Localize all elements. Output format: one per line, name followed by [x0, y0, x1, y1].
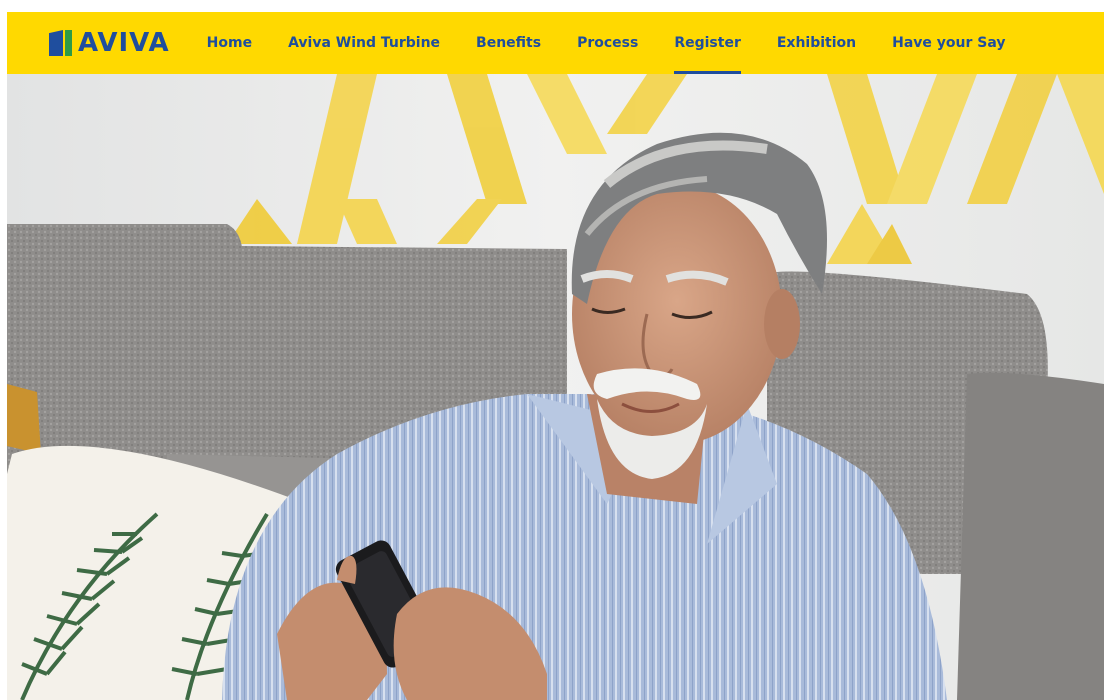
hero-illustration [7, 74, 1104, 700]
top-navigation-bar: AVIVA Home Aviva Wind Turbine Benefits P… [7, 12, 1104, 74]
nav-item-home[interactable]: Home [207, 12, 252, 74]
nav-item-exhibition[interactable]: Exhibition [777, 12, 856, 74]
nav-item-have-your-say[interactable]: Have your Say [892, 12, 1005, 74]
aviva-logo-text: AVIVA [78, 28, 170, 58]
main-nav: Home Aviva Wind Turbine Benefits Process… [207, 12, 1042, 74]
hero-image [7, 74, 1104, 700]
nav-item-process[interactable]: Process [577, 12, 638, 74]
aviva-logo[interactable]: AVIVA [49, 12, 170, 74]
nav-item-aviva-wind-turbine[interactable]: Aviva Wind Turbine [288, 12, 440, 74]
nav-item-register[interactable]: Register [674, 12, 741, 74]
aviva-logo-mark-icon [49, 30, 72, 56]
page: AVIVA Home Aviva Wind Turbine Benefits P… [0, 0, 1104, 700]
nav-item-benefits[interactable]: Benefits [476, 12, 541, 74]
